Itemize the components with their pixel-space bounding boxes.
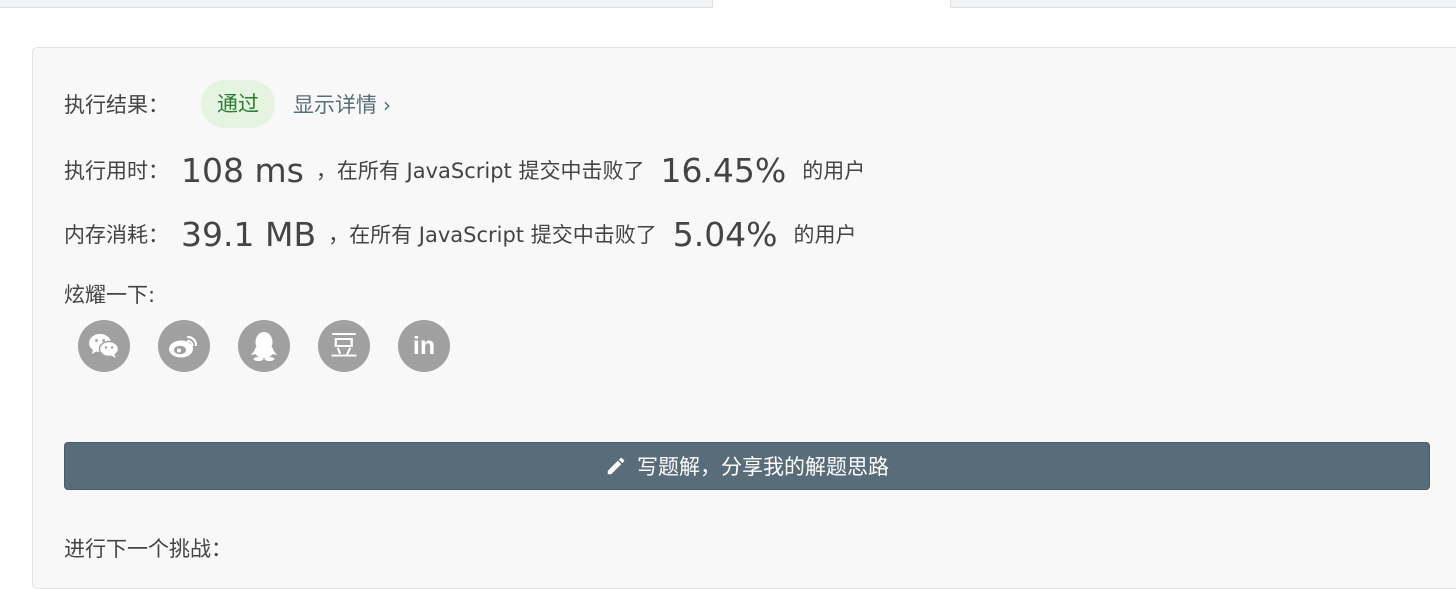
show-details-label: 显示详情 (293, 93, 377, 117)
runtime-suffix: 的用户 (802, 159, 866, 183)
memory-row: 内存消耗： 39.1 MB ，在所有 JavaScript 提交中击败了 5.0… (64, 212, 857, 256)
tab-active[interactable] (713, 0, 949, 7)
next-challenge-label: 进行下一个挑战： (64, 537, 232, 561)
share-weibo-button[interactable] (158, 320, 210, 372)
share-qq-button[interactable] (238, 320, 290, 372)
share-linkedin-button[interactable]: in (398, 320, 450, 372)
runtime-label: 执行用时： (64, 159, 169, 183)
chevron-right-icon: › (383, 93, 391, 117)
share-row: 炫耀一下: (64, 279, 155, 309)
share-icons: 豆 in (78, 320, 450, 372)
tab-right[interactable] (950, 0, 1456, 8)
memory-label: 内存消耗： (64, 223, 169, 247)
runtime-beat-text: ，在所有 JavaScript 提交中击败了 (315, 159, 645, 183)
memory-value: 39.1 MB (181, 214, 317, 254)
wechat-icon (89, 334, 120, 358)
runtime-percent: 16.45% (660, 150, 787, 190)
tab-left[interactable] (0, 0, 713, 8)
pencil-icon (607, 457, 625, 475)
share-douban-button[interactable]: 豆 (318, 320, 370, 372)
share-label: 炫耀一下: (64, 283, 156, 307)
show-details-link[interactable]: 显示详情 › (293, 89, 391, 119)
write-solution-label: 写题解，分享我的解题思路 (637, 455, 889, 479)
result-row: 执行结果： 通过 显示详情 › (64, 80, 391, 128)
memory-suffix: 的用户 (793, 223, 857, 247)
top-tab-bar (0, 0, 1456, 8)
douban-icon: 豆 (329, 329, 358, 362)
linkedin-icon: in (412, 331, 436, 360)
qq-icon (251, 332, 277, 361)
weibo-icon (169, 335, 198, 358)
memory-beat-text: ，在所有 JavaScript 提交中击败了 (328, 223, 657, 247)
share-wechat-button[interactable] (78, 320, 130, 372)
runtime-row: 执行用时： 108 ms ，在所有 JavaScript 提交中击败了 16.4… (64, 148, 865, 192)
result-label: 执行结果： (64, 93, 169, 117)
memory-percent: 5.04% (672, 214, 778, 254)
runtime-value: 108 ms (181, 150, 304, 190)
submission-result-panel (32, 47, 1456, 589)
next-challenge-row: 进行下一个挑战： (64, 530, 232, 566)
write-solution-button[interactable]: 写题解，分享我的解题思路 (64, 442, 1430, 490)
status-badge: 通过 (201, 80, 275, 128)
